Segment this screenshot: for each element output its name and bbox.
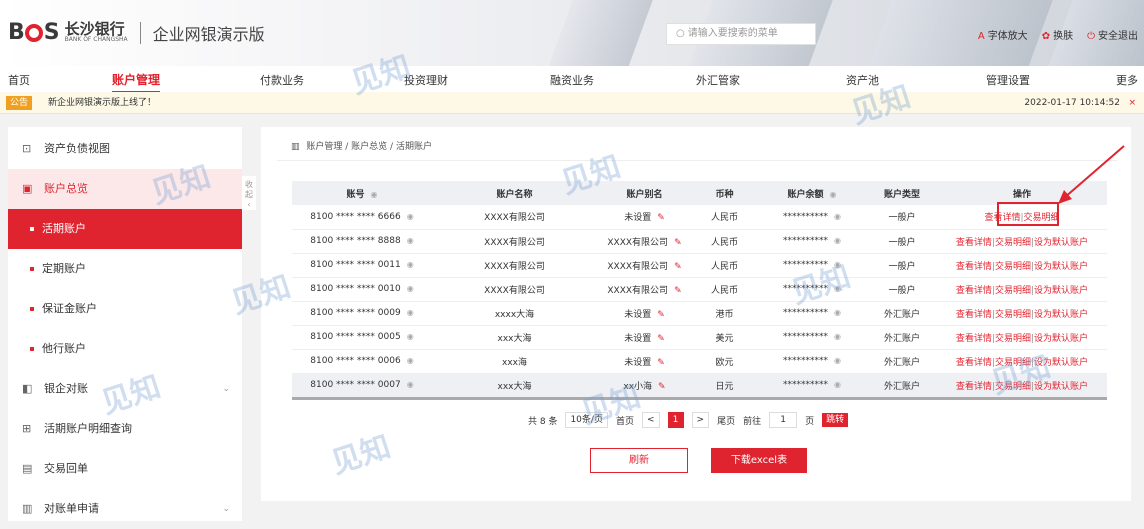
annotation-arrow <box>1058 145 1125 204</box>
